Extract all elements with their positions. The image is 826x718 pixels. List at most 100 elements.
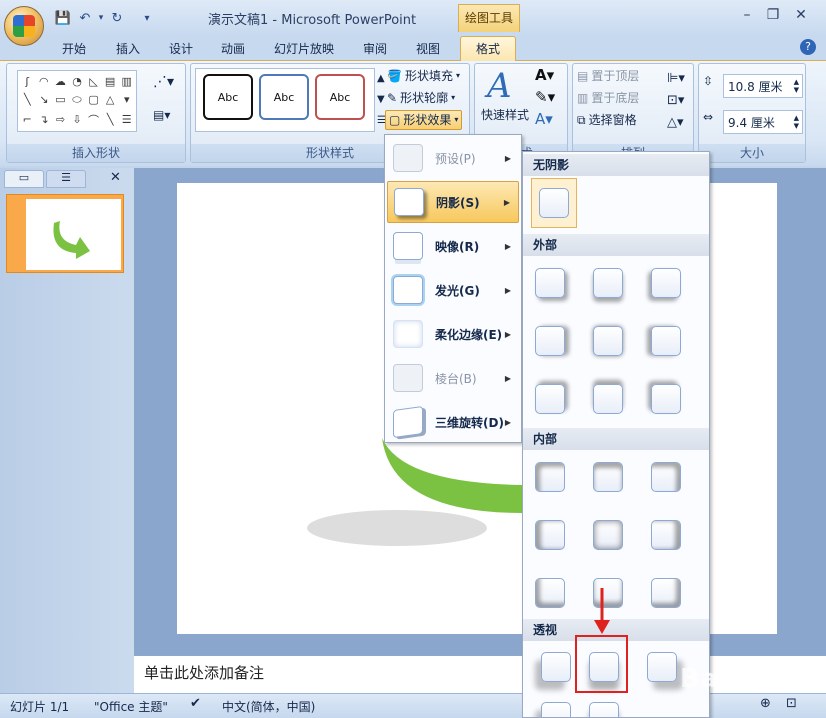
inner-shadow-4[interactable] <box>529 514 569 554</box>
arc-icon[interactable]: ◠ <box>37 73 52 89</box>
vertical-textbox-icon[interactable]: ▥ <box>119 73 134 89</box>
right-arrow-icon[interactable]: ⇨ <box>53 110 68 129</box>
tab-animation[interactable]: 动画 <box>215 38 251 60</box>
freeform-icon[interactable]: ʃ <box>20 73 35 89</box>
inner-shadow-9[interactable] <box>645 572 685 612</box>
perspective-shadow-5[interactable] <box>583 696 623 717</box>
style-black[interactable]: Abc <box>203 74 253 120</box>
outer-shadow-8[interactable] <box>587 378 627 418</box>
inner-shadow-3[interactable] <box>645 456 685 496</box>
redo-icon[interactable]: ↻ <box>108 10 126 26</box>
submenu-arrow-icon: ▶ <box>504 241 511 251</box>
outer-shadow-6[interactable] <box>645 320 685 360</box>
more-shapes-icon[interactable]: ▾ <box>119 91 134 108</box>
tab-format[interactable]: 格式 <box>460 36 516 61</box>
slide-thumbnail-frame[interactable] <box>6 194 124 273</box>
text-effects-icon[interactable]: A▾ <box>535 110 553 128</box>
help-icon[interactable]: ? <box>800 39 816 55</box>
triangle-icon[interactable]: ◺ <box>86 73 101 89</box>
outer-shadow-1[interactable] <box>529 262 569 302</box>
office-button[interactable] <box>4 6 44 46</box>
bring-front-button[interactable]: ▤ 置于顶层 <box>577 66 639 86</box>
shape-outline-button[interactable]: ✎ 形状轮廓 ▾ <box>387 88 455 108</box>
curve-icon[interactable]: ⌒ <box>86 110 101 129</box>
tab-review[interactable]: 审阅 <box>357 38 393 60</box>
shapes-gallery[interactable]: ʃ ◠ ☁ ◔ ◺ ▤ ▥ ╲ ↘ ▭ ⬭ ▢ △ ▾ ⌐ ↴ ⇨ ⇩ ⌒ ╲ ☰ <box>17 70 137 132</box>
style-blue[interactable]: Abc <box>259 74 309 120</box>
menu-item-preset[interactable]: 预设(P) ▶ <box>387 137 519 179</box>
highlight-box <box>575 635 628 693</box>
menu-item-bevel[interactable]: 棱台(B) ▶ <box>387 357 519 399</box>
close-icon[interactable]: ✕ <box>790 6 812 24</box>
inner-shadow-5[interactable] <box>587 514 627 554</box>
close-pane-icon[interactable]: ✕ <box>110 170 121 185</box>
width-input[interactable]: 9.4 厘米 ▲ ▼ <box>723 110 803 134</box>
restore-icon[interactable]: ❐ <box>762 6 784 24</box>
height-input[interactable]: 10.8 厘米 ▲ ▼ <box>723 74 803 98</box>
fit-slide-icon[interactable]: ⊡ <box>786 696 797 711</box>
textbox-icon[interactable]: ▤ <box>103 73 118 89</box>
minimize-icon[interactable]: – <box>736 6 758 24</box>
text-fill-icon[interactable]: A▾ <box>535 66 554 84</box>
cloud-icon[interactable]: ☁ <box>53 73 68 89</box>
quick-styles-label[interactable]: 快速样式 <box>481 106 529 123</box>
oval-icon[interactable]: ⬭ <box>70 91 85 108</box>
tab-view[interactable]: 视图 <box>410 38 446 60</box>
quick-styles-icon[interactable]: A <box>487 66 512 106</box>
zoom-in-icon[interactable]: ⊕ <box>760 696 771 711</box>
send-back-button[interactable]: ▥ 置于底层 <box>577 88 639 108</box>
menu-item-soft-edges[interactable]: 柔化边缘(E) ▶ <box>387 313 519 355</box>
slide-thumbnail[interactable] <box>26 199 121 270</box>
outer-shadow-3[interactable] <box>645 262 685 302</box>
preset-icon <box>393 144 423 172</box>
outline-tab[interactable]: ☰ <box>46 170 86 188</box>
inner-shadow-7[interactable] <box>529 572 569 612</box>
save-icon[interactable]: 💾 <box>54 10 72 26</box>
elbow-arrow-icon[interactable]: ↴ <box>37 110 52 129</box>
tab-home[interactable]: 开始 <box>56 38 92 60</box>
slides-tab[interactable]: ▭ <box>4 170 44 188</box>
rounded-rect-icon[interactable]: ▢ <box>86 91 101 108</box>
elbow-connector-icon[interactable]: ⌐ <box>20 110 35 129</box>
inner-shadow-2[interactable] <box>587 456 627 496</box>
shape-fill-button[interactable]: 🪣 形状填充 ▾ <box>387 66 460 86</box>
perspective-shadow-3[interactable] <box>641 646 681 686</box>
style-red[interactable]: Abc <box>315 74 365 120</box>
outer-shadow-4[interactable] <box>529 320 569 360</box>
perspective-shadow-4[interactable] <box>535 696 575 717</box>
arrow-line-icon[interactable]: ↘ <box>37 91 52 108</box>
tab-design[interactable]: 设计 <box>163 38 199 60</box>
gallery-more-icon[interactable]: ☰ <box>119 110 134 129</box>
perspective-shadow-1[interactable] <box>535 646 575 686</box>
outer-shadow-5[interactable] <box>587 320 627 360</box>
rectangle-icon[interactable]: ▭ <box>53 91 68 108</box>
spellcheck-icon[interactable]: ✔ <box>190 696 201 711</box>
menu-item-3d-rotation[interactable]: 三维旋转(D) ▶ <box>387 401 519 443</box>
theme-indicator: "Office 主题" <box>94 700 168 714</box>
shape-effects-button[interactable]: ▢ 形状效果 ▾ <box>385 110 463 130</box>
text-outline-icon[interactable]: ✎▾ <box>535 88 555 106</box>
inner-shadow-1[interactable] <box>529 456 569 496</box>
edit-shape-icon[interactable]: ⋰▾ <box>153 74 174 90</box>
menu-item-reflection[interactable]: 映像(R) ▶ <box>387 225 519 267</box>
tab-slideshow[interactable]: 幻灯片放映 <box>268 38 340 60</box>
tab-insert[interactable]: 插入 <box>110 38 146 60</box>
qat-customize-icon[interactable]: ▾ <box>138 10 156 26</box>
inner-shadow-6[interactable] <box>645 514 685 554</box>
menu-item-shadow[interactable]: 阴影(S) ▶ <box>387 181 519 223</box>
line-icon[interactable]: ╲ <box>20 91 35 108</box>
outer-shadow-7[interactable] <box>529 378 569 418</box>
inner-header: 内部 <box>523 428 709 450</box>
text-box-button-icon[interactable]: ▤▾ <box>153 108 170 122</box>
isoceles-triangle-icon[interactable]: △ <box>103 91 118 108</box>
selection-pane-button[interactable]: ⧉ 选择窗格 <box>577 110 637 130</box>
height-icon: ⇳ <box>703 74 714 88</box>
no-shadow-option[interactable] <box>531 178 577 228</box>
down-arrow-icon[interactable]: ⇩ <box>70 110 85 129</box>
outer-shadow-9[interactable] <box>645 378 685 418</box>
teardrop-icon[interactable]: ◔ <box>70 73 85 89</box>
outer-shadow-2[interactable] <box>587 262 627 302</box>
menu-item-glow[interactable]: 发光(G) ▶ <box>387 269 519 311</box>
diagonal-line-icon[interactable]: ╲ <box>103 110 118 129</box>
align-rotate-icons[interactable]: ⊫▾ ⊡▾ △▾ <box>667 68 685 134</box>
